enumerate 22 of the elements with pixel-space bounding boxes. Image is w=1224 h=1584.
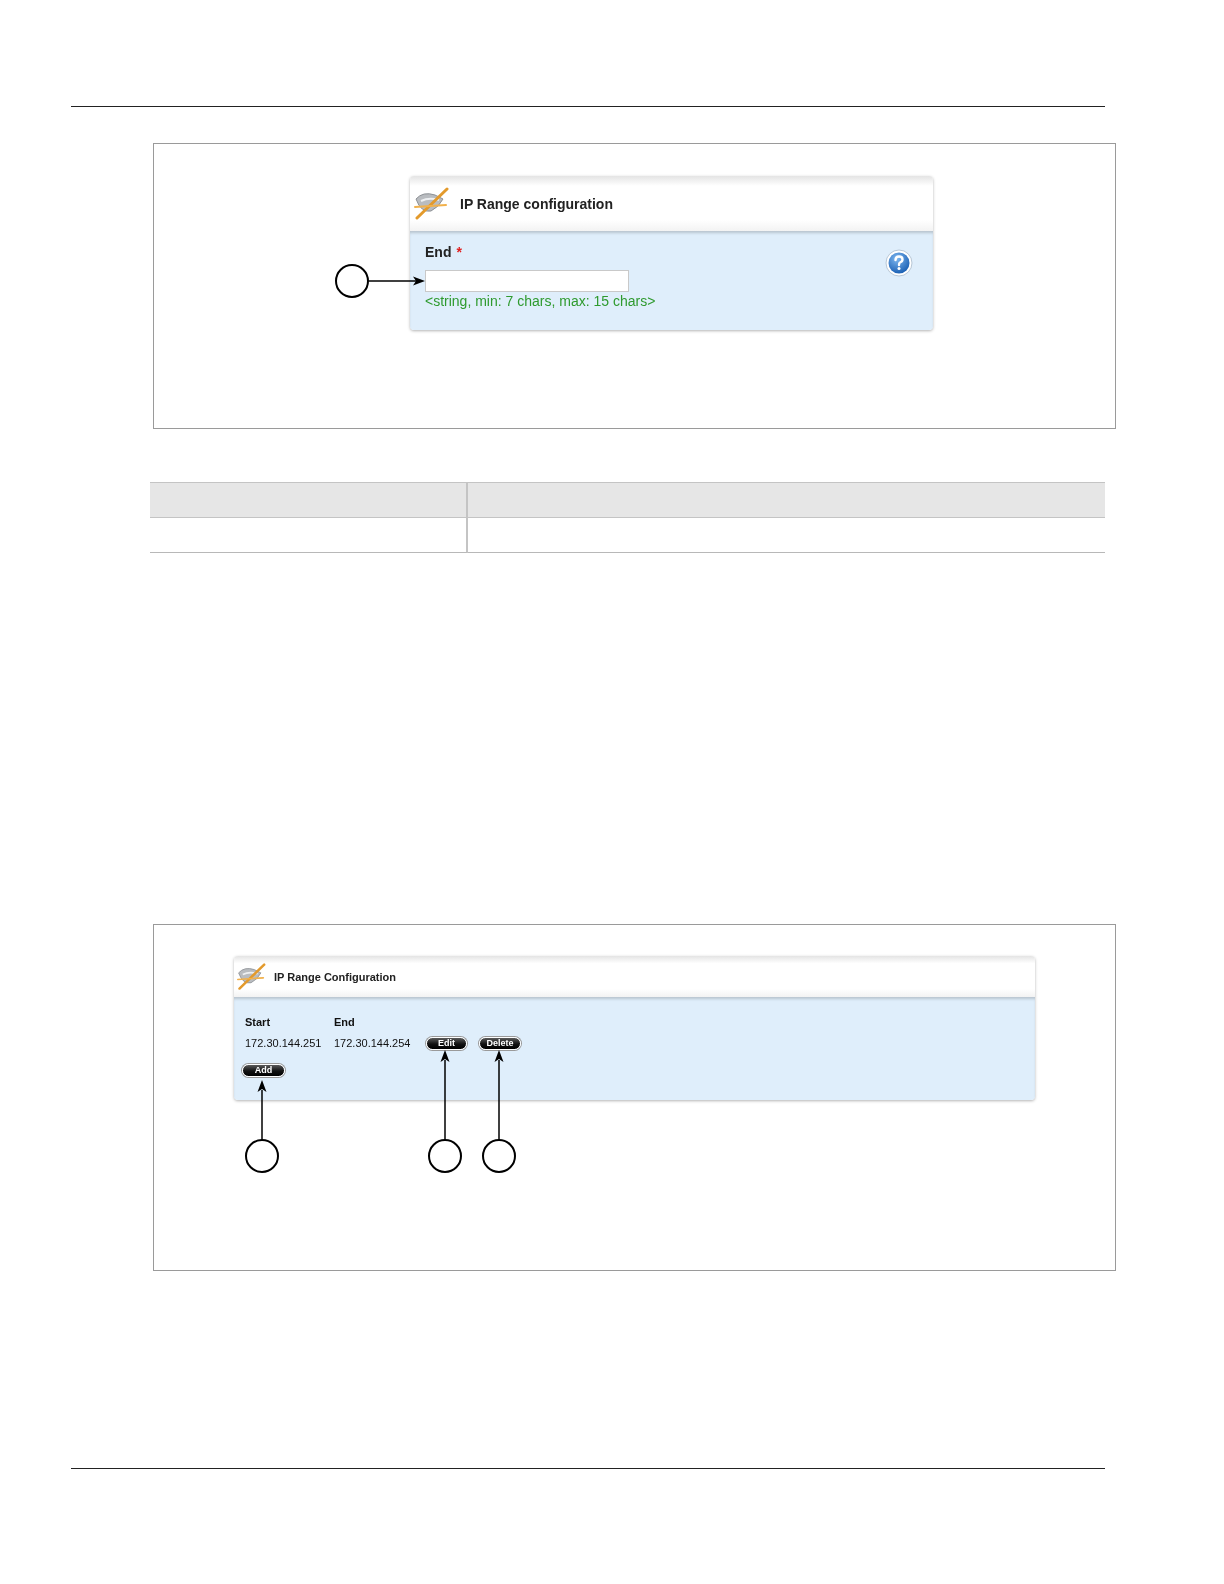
- help-icon[interactable]: [885, 249, 913, 277]
- ip-address-text: 172.30.144.254: [334, 1037, 412, 1049]
- required-mark: *: [456, 244, 462, 260]
- callout-arrow: [257, 1080, 267, 1141]
- ip-address-text: 172.30.144.251: [245, 1037, 323, 1049]
- input-field[interactable]: [425, 270, 629, 292]
- panel-title: IP Range configuration: [460, 195, 613, 212]
- column-header: End: [334, 1016, 356, 1028]
- panel-title: IP Range Configuration: [274, 970, 397, 983]
- dish-and-pencil-icon: [413, 186, 449, 221]
- field-label: End: [425, 244, 452, 260]
- callout-circle: [482, 1139, 516, 1173]
- edit-button[interactable]: Edit: [426, 1036, 467, 1050]
- delete-button[interactable]: Delete: [479, 1036, 521, 1050]
- callout-arrow: [368, 276, 425, 286]
- callout-circle: [245, 1139, 279, 1173]
- column-header: Start: [245, 1016, 272, 1028]
- add-button[interactable]: Add: [242, 1064, 285, 1077]
- callout-circle: [428, 1139, 462, 1173]
- callout-circle: [335, 264, 369, 298]
- hint-text: <string, min: 7 chars, max: 15 chars>: [425, 293, 656, 310]
- dish-and-pencil-icon: [236, 962, 266, 991]
